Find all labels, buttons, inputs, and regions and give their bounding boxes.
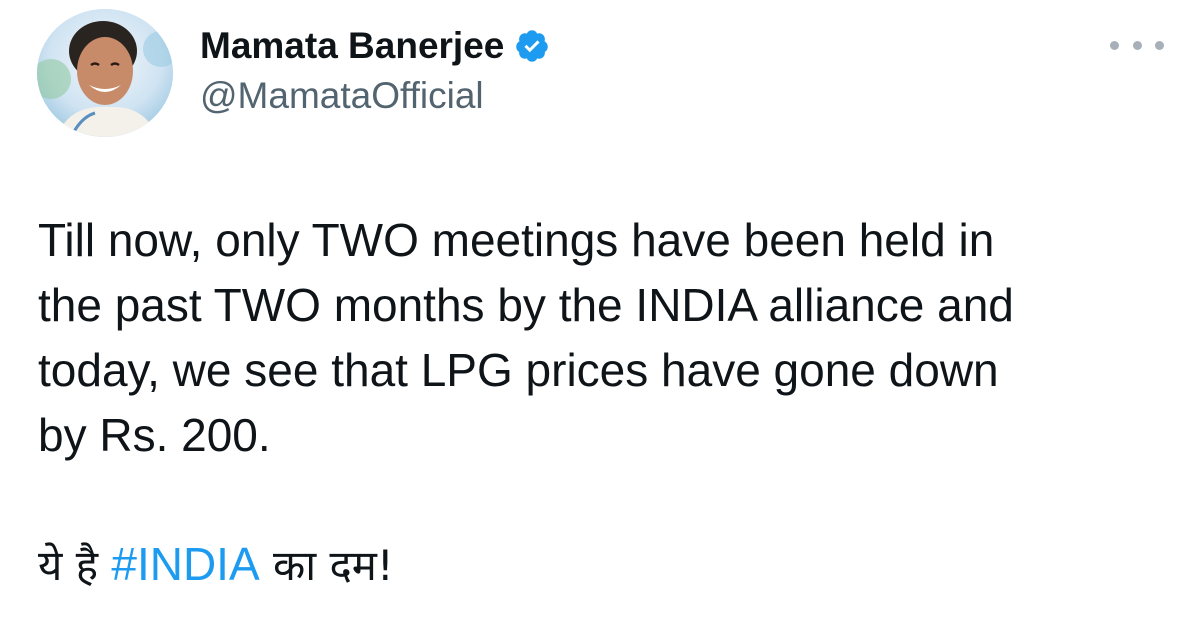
more-options-button[interactable] xyxy=(1110,34,1164,56)
more-dot-icon xyxy=(1155,40,1164,50)
more-dot-icon xyxy=(1132,40,1142,50)
avatar-image xyxy=(37,9,173,137)
more-dot-icon xyxy=(1110,40,1119,50)
verified-badge-icon xyxy=(514,28,550,64)
tweet-line: Till now, only TWO meetings have been he… xyxy=(38,214,995,266)
tagline-prefix: ये है xyxy=(38,541,112,590)
tweet-card: Mamata Banerjee @MamataOfficial Till now… xyxy=(0,0,1200,628)
avatar[interactable] xyxy=(37,9,173,137)
author-info: Mamata Banerjee @MamataOfficial xyxy=(200,20,550,117)
handle[interactable]: @MamataOfficial xyxy=(200,75,550,117)
display-name[interactable]: Mamata Banerjee xyxy=(200,25,504,67)
author-name-row: Mamata Banerjee xyxy=(200,20,550,72)
hashtag-link[interactable]: #INDIA xyxy=(111,538,259,590)
tweet-line: today, we see that LPG prices have gone … xyxy=(38,344,999,396)
tweet-line: by Rs. 200. xyxy=(38,409,271,461)
tagline-suffix: का दम! xyxy=(259,541,394,590)
tweet-line: the past TWO months by the INDIA allianc… xyxy=(38,279,1014,331)
tweet-text: Till now, only TWO meetings have been he… xyxy=(38,208,1168,468)
tweet-tagline: ये है #INDIA का दम! xyxy=(38,534,394,596)
